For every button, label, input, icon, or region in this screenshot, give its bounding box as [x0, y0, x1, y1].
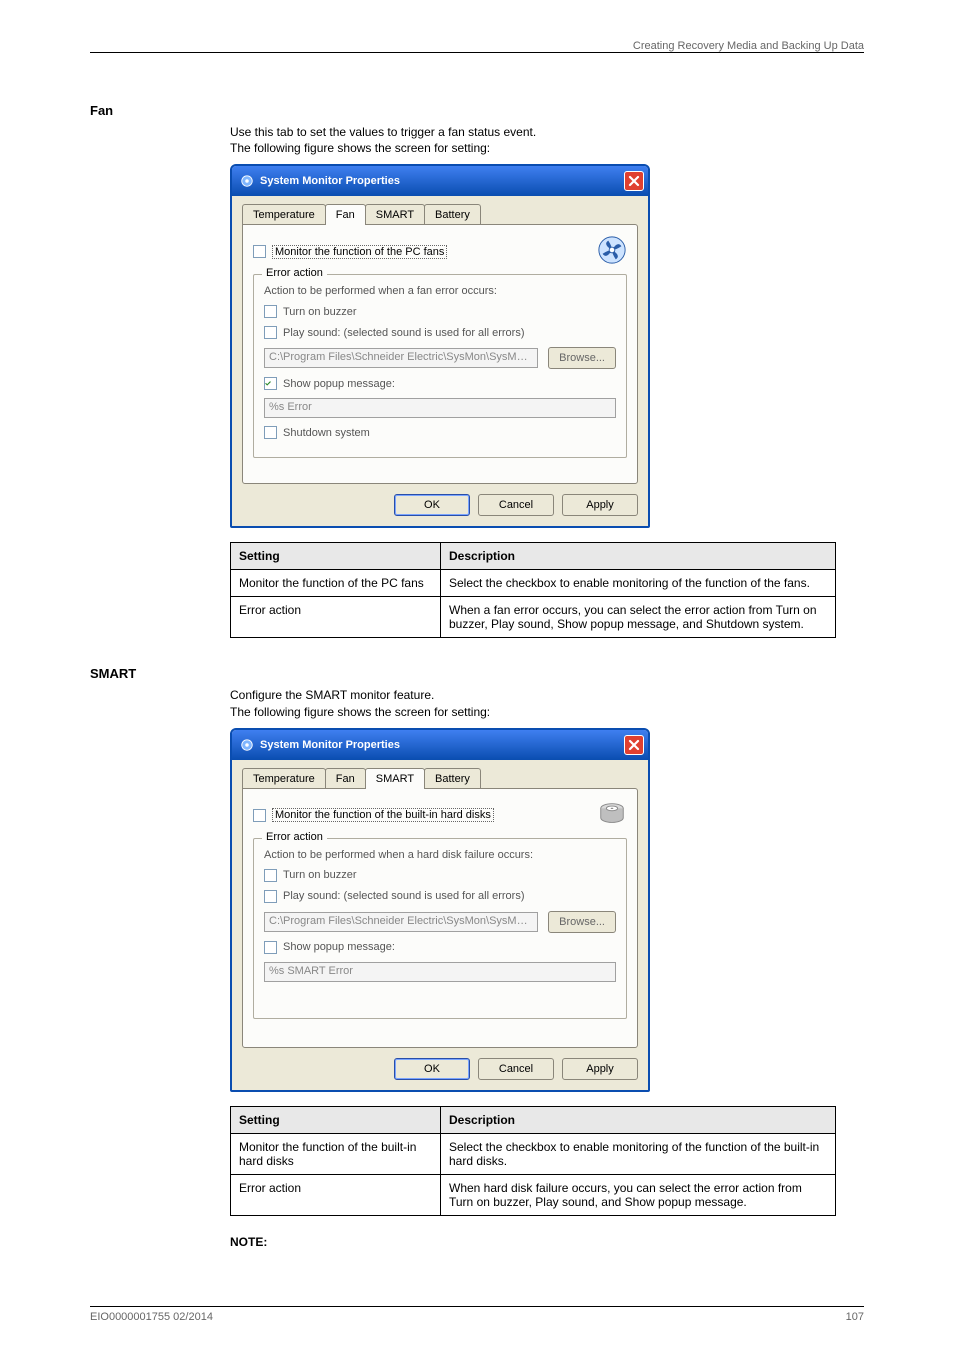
footer-right: 107 — [846, 1311, 864, 1323]
apply-button[interactable]: Apply — [562, 1058, 638, 1080]
ok-button[interactable]: OK — [394, 1058, 470, 1080]
sound-path-input[interactable]: C:\Program Files\Schneider Electric\SysM… — [264, 912, 538, 932]
tab-row: Temperature Fan SMART Battery — [242, 204, 638, 225]
table-cell: Monitor the function of the PC fans — [231, 570, 441, 597]
turn-on-buzzer-checkbox[interactable] — [264, 305, 277, 318]
tab-panel-fan: Monitor the function of the PC fans Erro… — [242, 224, 638, 484]
tab-temperature[interactable]: Temperature — [242, 204, 326, 225]
turn-on-buzzer-label: Turn on buzzer — [283, 306, 357, 318]
tab-smart[interactable]: SMART — [365, 204, 425, 225]
tab-smart[interactable]: SMART — [365, 768, 425, 789]
show-popup-label: Show popup message: — [283, 941, 395, 953]
fan-settings-table: Setting Description Monitor the function… — [230, 542, 836, 638]
table-cell: Select the checkbox to enable monitoring… — [441, 570, 836, 597]
tab-battery[interactable]: Battery — [424, 768, 481, 789]
close-button[interactable] — [624, 171, 644, 191]
dialog-smart: System Monitor Properties Temperature Fa… — [230, 728, 650, 1092]
section-title-smart: SMART — [90, 666, 864, 681]
turn-on-buzzer-label: Turn on buzzer — [283, 869, 357, 881]
shutdown-system-label: Shutdown system — [283, 427, 370, 439]
cancel-button[interactable]: Cancel — [478, 1058, 554, 1080]
table-cell: Error action — [231, 597, 441, 638]
popup-message-input[interactable]: %s Error — [264, 398, 616, 418]
table-cell: When hard disk failure occurs, you can s… — [441, 1174, 836, 1215]
dialog-title: System Monitor Properties — [260, 739, 624, 751]
play-sound-label: Play sound: (selected sound is used for … — [283, 327, 525, 339]
table-header: Setting — [231, 1106, 441, 1133]
error-action-desc: Action to be performed when a fan error … — [264, 285, 616, 297]
table-cell: When a fan error occurs, you can select … — [441, 597, 836, 638]
tab-panel-smart: Monitor the function of the built-in har… — [242, 788, 638, 1048]
table-row: Monitor the function of the PC fans Sele… — [231, 570, 836, 597]
error-action-desc: Action to be performed when a hard disk … — [264, 849, 616, 861]
show-popup-checkbox[interactable] — [264, 941, 277, 954]
monitor-fans-label: Monitor the function of the PC fans — [272, 245, 447, 259]
hard-disk-icon — [597, 799, 627, 832]
monitor-fans-checkbox[interactable] — [253, 245, 266, 258]
table-row: Error action When a fan error occurs, yo… — [231, 597, 836, 638]
error-action-group: Error action Action to be performed when… — [253, 838, 627, 1019]
dialog-title: System Monitor Properties — [260, 175, 624, 187]
tab-fan[interactable]: Fan — [325, 204, 366, 225]
ok-button[interactable]: OK — [394, 494, 470, 516]
app-icon — [240, 174, 254, 188]
titlebar: System Monitor Properties — [232, 730, 648, 760]
monitor-disks-checkbox[interactable] — [253, 809, 266, 822]
table-cell: Monitor the function of the built-in har… — [231, 1133, 441, 1174]
turn-on-buzzer-checkbox[interactable] — [264, 869, 277, 882]
show-popup-label: Show popup message: — [283, 378, 395, 390]
table-row: Error action When hard disk failure occu… — [231, 1174, 836, 1215]
tab-battery[interactable]: Battery — [424, 204, 481, 225]
shutdown-system-checkbox[interactable] — [264, 426, 277, 439]
titlebar: System Monitor Properties — [232, 166, 648, 196]
footer-left: EIO0000001755 02/2014 — [90, 1311, 213, 1323]
section-body-fan: Use this tab to set the values to trigge… — [230, 124, 864, 156]
table-cell: Error action — [231, 1174, 441, 1215]
table-row: Monitor the function of the built-in har… — [231, 1133, 836, 1174]
smart-settings-table: Setting Description Monitor the function… — [230, 1106, 836, 1216]
page-header-right: Creating Recovery Media and Backing Up D… — [633, 40, 864, 52]
tab-row: Temperature Fan SMART Battery — [242, 768, 638, 789]
section-title-fan: Fan — [90, 103, 864, 118]
popup-message-input[interactable]: %s SMART Error — [264, 962, 616, 982]
table-header: Description — [441, 543, 836, 570]
section-body-smart: Configure the SMART monitor feature. The… — [230, 687, 864, 719]
play-sound-checkbox[interactable] — [264, 890, 277, 903]
header-rule — [90, 52, 864, 53]
close-button[interactable] — [624, 735, 644, 755]
play-sound-checkbox[interactable] — [264, 326, 277, 339]
play-sound-label: Play sound: (selected sound is used for … — [283, 890, 525, 902]
error-action-group: Error action Action to be performed when… — [253, 274, 627, 458]
browse-button[interactable]: Browse... — [548, 911, 616, 933]
table-cell: Select the checkbox to enable monitoring… — [441, 1133, 836, 1174]
note-block: NOTE: — [230, 1234, 864, 1250]
tab-fan[interactable]: Fan — [325, 768, 366, 789]
fan-icon — [597, 235, 627, 268]
table-header: Setting — [231, 543, 441, 570]
cancel-button[interactable]: Cancel — [478, 494, 554, 516]
table-header: Description — [441, 1106, 836, 1133]
error-action-legend: Error action — [262, 267, 327, 279]
monitor-disks-label: Monitor the function of the built-in har… — [272, 808, 494, 822]
dialog-fan: System Monitor Properties Temperature Fa… — [230, 164, 650, 528]
app-icon — [240, 738, 254, 752]
browse-button[interactable]: Browse... — [548, 347, 616, 369]
show-popup-checkbox[interactable] — [264, 377, 277, 390]
sound-path-input[interactable]: C:\Program Files\Schneider Electric\SysM… — [264, 348, 538, 368]
tab-temperature[interactable]: Temperature — [242, 768, 326, 789]
apply-button[interactable]: Apply — [562, 494, 638, 516]
error-action-legend: Error action — [262, 831, 327, 843]
note-label: NOTE: — [230, 1235, 267, 1249]
